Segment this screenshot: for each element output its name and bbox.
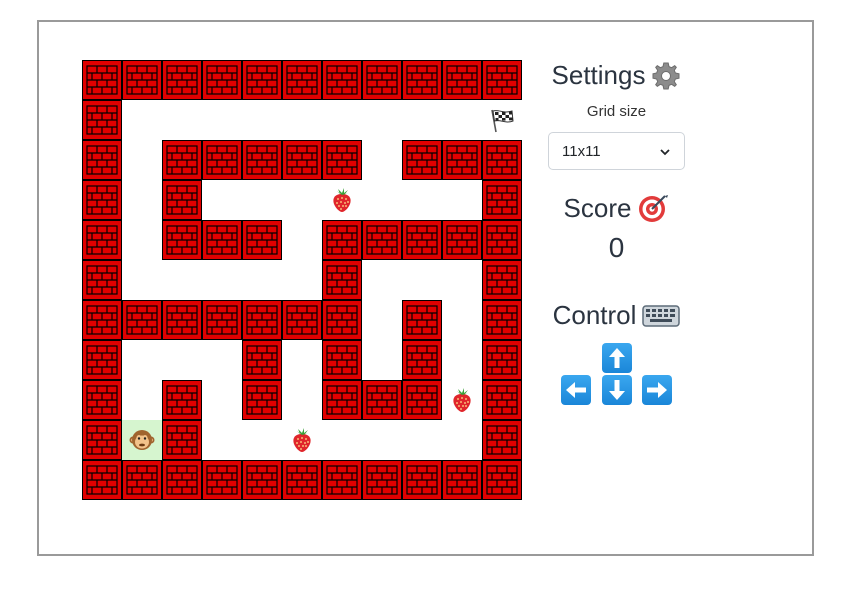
brick-wall-cell: [362, 220, 402, 260]
brick-wall-cell: [362, 60, 402, 100]
strawberry-icon: [442, 380, 482, 420]
arrow-left-key[interactable]: [561, 375, 591, 405]
arrow-right-icon: [647, 382, 667, 398]
brick-wall-cell: [82, 140, 122, 180]
brick-wall-cell: [322, 300, 362, 340]
brick-wall-cell: [162, 380, 202, 420]
settings-heading: Settings: [541, 60, 692, 91]
brick-wall-cell: [402, 220, 442, 260]
brick-wall-cell: [482, 60, 522, 100]
arrow-left-icon: [566, 382, 586, 398]
strawberry-icon: [322, 180, 362, 220]
brick-wall-cell: [322, 260, 362, 300]
brick-wall-cell: [82, 460, 122, 500]
chevron-down-icon: [659, 145, 671, 162]
brick-wall-cell: [322, 380, 362, 420]
brick-wall-cell: [482, 420, 522, 460]
brick-wall-cell: [442, 60, 482, 100]
brick-wall-cell: [202, 140, 242, 180]
brick-wall-cell: [162, 60, 202, 100]
brick-wall-cell: [122, 60, 162, 100]
brick-wall-cell: [202, 460, 242, 500]
brick-wall-cell: [282, 460, 322, 500]
brick-wall-cell: [242, 300, 282, 340]
brick-wall-cell: [322, 220, 362, 260]
brick-wall-cell: [122, 460, 162, 500]
gear-icon: [651, 61, 681, 91]
brick-wall-cell: [162, 180, 202, 220]
brick-wall-cell: [322, 460, 362, 500]
brick-wall-cell: [82, 300, 122, 340]
brick-wall-cell: [282, 300, 322, 340]
control-title: Control: [552, 300, 637, 330]
brick-wall-cell: [162, 140, 202, 180]
brick-wall-cell: [482, 460, 522, 500]
grid-size-value: 11x11: [562, 143, 601, 160]
brick-wall-cell: [242, 60, 282, 100]
brick-wall-cell: [322, 60, 362, 100]
brick-wall-cell: [482, 340, 522, 380]
arrow-down-icon: [609, 380, 625, 400]
grid-size-label: Grid size: [586, 103, 647, 120]
arrow-up-icon: [609, 348, 625, 368]
brick-wall-cell: [282, 60, 322, 100]
brick-wall-cell: [482, 260, 522, 300]
brick-wall-cell: [482, 300, 522, 340]
brick-wall-cell: [202, 300, 242, 340]
brick-wall-cell: [362, 380, 402, 420]
brick-wall-cell: [82, 60, 122, 100]
brick-wall-cell: [242, 460, 282, 500]
target-icon: [637, 192, 669, 224]
brick-wall-cell: [402, 460, 442, 500]
brick-wall-cell: [242, 380, 282, 420]
brick-wall-cell: [82, 340, 122, 380]
score-value: 0: [608, 232, 625, 263]
brick-wall-cell: [402, 140, 442, 180]
brick-wall-cell: [122, 300, 162, 340]
brick-wall-cell: [482, 220, 522, 260]
score-heading: Score: [541, 192, 692, 224]
brick-wall-cell: [242, 340, 282, 380]
brick-wall-cell: [322, 340, 362, 380]
checkered-flag-icon: [482, 100, 522, 140]
brick-wall-cell: [82, 100, 122, 140]
brick-wall-cell: [82, 260, 122, 300]
brick-wall-cell: [242, 220, 282, 260]
brick-wall-cell: [242, 140, 282, 180]
control-heading: Control: [541, 300, 692, 331]
brick-wall-cell: [442, 220, 482, 260]
brick-wall-cell: [162, 420, 202, 460]
arrow-down-key[interactable]: [602, 375, 632, 405]
maze-board: [82, 60, 522, 500]
brick-wall-cell: [482, 140, 522, 180]
brick-wall-cell: [82, 380, 122, 420]
brick-wall-cell: [442, 460, 482, 500]
brick-wall-cell: [82, 180, 122, 220]
brick-wall-cell: [82, 420, 122, 460]
keyboard-icon: [642, 304, 681, 328]
brick-wall-cell: [402, 380, 442, 420]
arrow-right-key[interactable]: [642, 375, 672, 405]
brick-wall-cell: [362, 460, 402, 500]
brick-wall-cell: [162, 460, 202, 500]
brick-wall-cell: [162, 220, 202, 260]
brick-wall-cell: [202, 220, 242, 260]
brick-wall-cell: [162, 300, 202, 340]
brick-wall-cell: [482, 180, 522, 220]
brick-wall-cell: [482, 380, 522, 420]
brick-wall-cell: [402, 60, 442, 100]
grid-size-select[interactable]: 11x11: [548, 132, 685, 170]
strawberry-icon: [282, 420, 322, 460]
brick-wall-cell: [402, 340, 442, 380]
brick-wall-cell: [322, 140, 362, 180]
brick-wall-cell: [282, 140, 322, 180]
brick-wall-cell: [82, 220, 122, 260]
settings-title: Settings: [551, 60, 646, 90]
monkey-icon: [122, 420, 162, 460]
score-title: Score: [563, 192, 632, 223]
brick-wall-cell: [442, 140, 482, 180]
arrow-up-key[interactable]: [602, 343, 632, 373]
brick-wall-cell: [402, 300, 442, 340]
brick-wall-cell: [202, 60, 242, 100]
